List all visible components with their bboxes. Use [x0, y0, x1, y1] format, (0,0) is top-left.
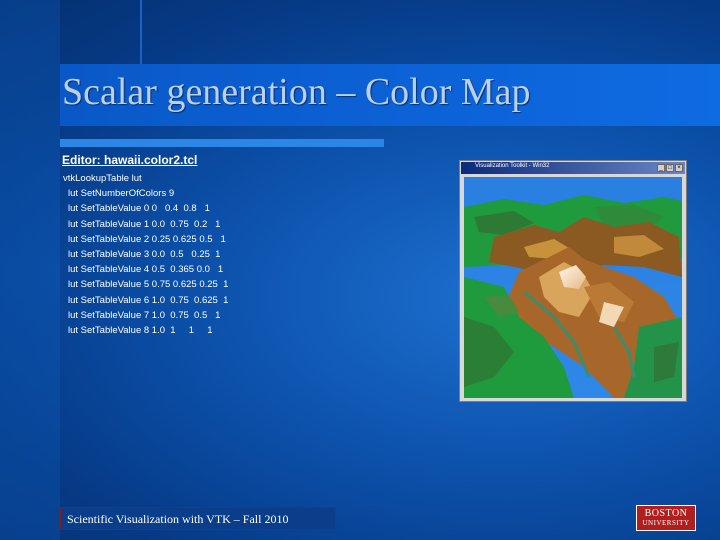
code-line: lut SetTableValue 8 1.0 1 1 1: [68, 325, 213, 337]
close-icon[interactable]: ×: [675, 164, 683, 172]
code-line: lut SetTableValue 6 1.0 0.75 0.625 1: [68, 294, 229, 306]
terrain-image: [464, 177, 682, 398]
vtk-render-window[interactable]: Visualization Toolkit - Win32 _ □ ×: [459, 160, 687, 402]
code-line: lut SetTableValue 0 0 0.4 0.8 1: [68, 203, 210, 215]
render-window-title: Visualization Toolkit - Win32: [475, 163, 550, 169]
boston-university-logo: BOSTON UNIVERSITY: [636, 505, 696, 531]
terrain-render-view[interactable]: [464, 177, 682, 398]
maximize-icon[interactable]: □: [666, 164, 674, 172]
code-line: lut SetTableValue 2 0.25 0.625 0.5 1: [68, 233, 226, 245]
slide-title: Scalar generation – Color Map: [62, 71, 531, 113]
code-line: lut SetNumberOfColors 9: [68, 188, 175, 200]
code-line: lut SetTableValue 1 0.0 0.75 0.2 1: [68, 218, 221, 230]
code-line: lut SetTableValue 5 0.75 0.625 0.25 1: [68, 279, 229, 291]
left-decor-band: [0, 0, 60, 540]
code-block: vtkLookupTable lut lut SetNumberOfColors…: [63, 171, 228, 338]
editor-label: Editor: hawaii.color2.tcl: [62, 153, 198, 167]
logo-line-2: UNIVERSITY: [642, 519, 690, 527]
code-line: vtkLookupTable lut: [63, 173, 142, 184]
minimize-icon[interactable]: _: [657, 164, 665, 172]
footer-text: Scientific Visualization with VTK – Fall…: [67, 512, 289, 526]
code-line: lut SetTableValue 3 0.0 0.5 0.25 1: [68, 249, 221, 261]
accent-bar: [60, 139, 384, 147]
render-window-titlebar[interactable]: Visualization Toolkit - Win32 _ □ ×: [461, 162, 685, 174]
code-line: lut SetTableValue 4 0.5 0.365 0.0 1: [68, 264, 224, 276]
logo-line-1: BOSTON: [644, 508, 688, 519]
code-line: lut SetTableValue 7 1.0 0.75 0.5 1: [68, 309, 221, 321]
footer: Scientific Visualization with VTK – Fall…: [60, 507, 336, 530]
